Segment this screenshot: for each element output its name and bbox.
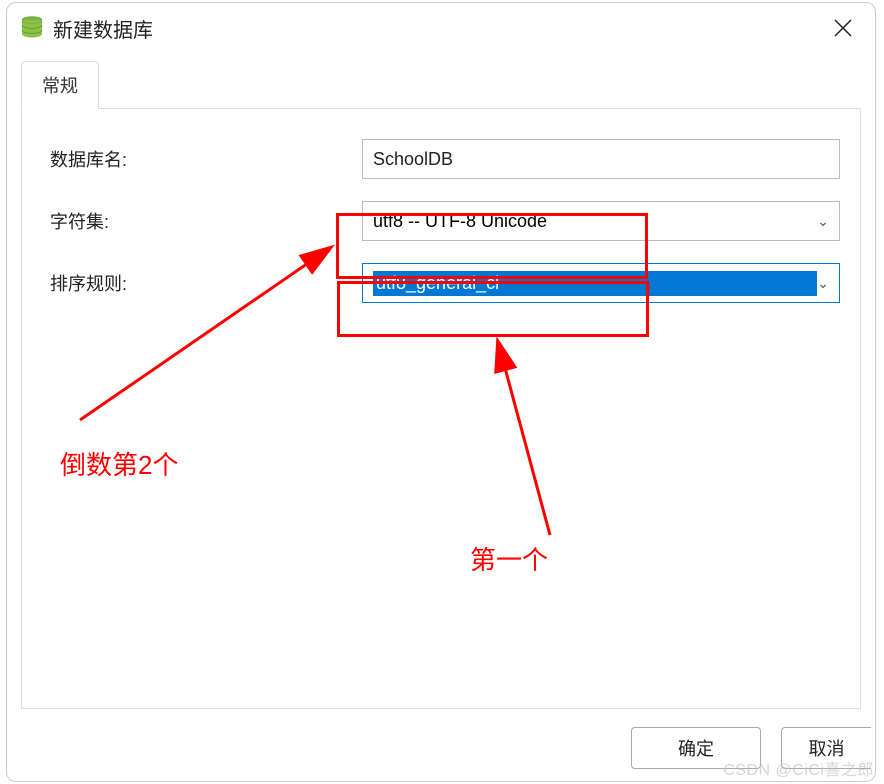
label-charset: 字符集: xyxy=(42,208,362,234)
tab-bar: 常规 xyxy=(21,61,861,109)
close-button[interactable] xyxy=(825,10,861,46)
close-icon xyxy=(833,18,853,38)
watermark: CSDN @CiCi喜之郎 xyxy=(723,756,874,780)
label-collation: 排序规则: xyxy=(42,270,362,296)
tab-general[interactable]: 常规 xyxy=(21,61,99,109)
select-charset-value: utf8 -- UTF-8 Unicode xyxy=(373,211,817,232)
form-area: 数据库名: 字符集: utf8 -- UTF-8 Unicode ⌄ 排序规则:… xyxy=(22,109,860,345)
select-collation-value: utf8_general_ci xyxy=(373,271,817,296)
chevron-down-icon: ⌄ xyxy=(817,213,829,230)
row-db-name: 数据库名: xyxy=(42,139,840,179)
select-charset[interactable]: utf8 -- UTF-8 Unicode ⌄ xyxy=(362,201,840,241)
new-database-dialog: 新建数据库 常规 数据库名: 字符集: utf8 -- UTF-8 Unicod… xyxy=(6,2,876,782)
titlebar: 新建数据库 xyxy=(7,3,875,53)
database-icon xyxy=(21,16,43,40)
select-collation[interactable]: utf8_general_ci ⌄ xyxy=(362,263,840,303)
chevron-down-icon: ⌄ xyxy=(817,275,829,292)
row-charset: 字符集: utf8 -- UTF-8 Unicode ⌄ xyxy=(42,201,840,241)
input-db-name[interactable] xyxy=(362,139,840,179)
row-collation: 排序规则: utf8_general_ci ⌄ xyxy=(42,263,840,303)
dialog-title: 新建数据库 xyxy=(53,14,825,43)
label-db-name: 数据库名: xyxy=(42,146,362,172)
